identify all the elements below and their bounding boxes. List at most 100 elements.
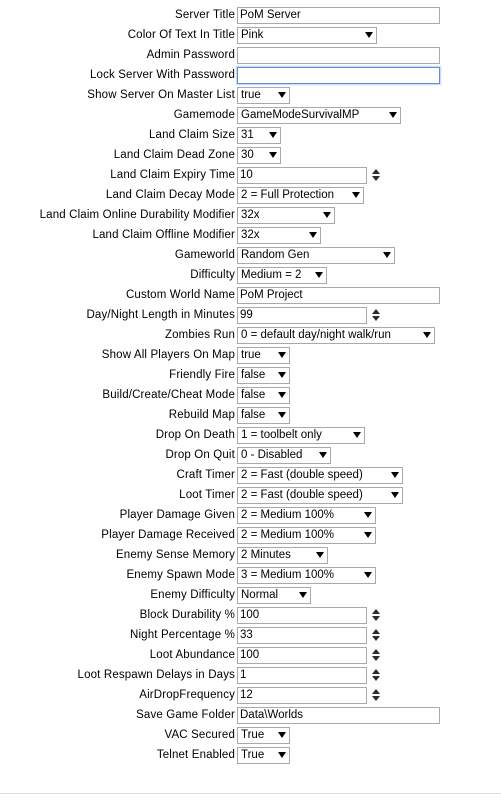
select-drop-on-death[interactable]: 1 = toolbelt only: [237, 426, 365, 444]
select-land-claim-offline-modifier[interactable]: 32x: [237, 226, 321, 244]
number-input-block-durability[interactable]: [237, 606, 367, 624]
chevron-down-icon: [315, 272, 323, 278]
select-vac-secured[interactable]: True: [237, 726, 290, 744]
stepper-up-icon[interactable]: [371, 669, 380, 674]
field-wrap-gamemode: GameModeSurvivalMP: [237, 105, 401, 125]
form-row-admin-password: Admin Password: [0, 45, 501, 65]
number-input-day-night-length-in-minutes[interactable]: [237, 306, 367, 324]
field-wrap-server-title: [237, 5, 440, 25]
stepper-down-icon[interactable]: [371, 656, 380, 661]
form-row-zombies-run: Zombies Run 0 = default day/night walk/ru…: [0, 325, 501, 345]
select-land-claim-online-durability-modifier[interactable]: 32x: [237, 206, 335, 224]
select-value-telnet-enabled: True: [241, 749, 265, 761]
chevron-down-icon: [278, 372, 286, 378]
text-input-save-game-folder[interactable]: [237, 706, 440, 724]
chevron-down-icon: [391, 472, 399, 478]
stepper-down-icon[interactable]: [371, 676, 380, 681]
number-input-loot-respawn-delays-in-days[interactable]: [237, 666, 367, 684]
field-wrap-player-damage-received: 2 = Medium 100%: [237, 525, 376, 545]
select-value-loot-timer: 2 = Fast (double speed): [241, 489, 363, 501]
select-show-server-on-master-list[interactable]: true: [237, 86, 290, 104]
label-player-damage-given: Player Damage Given: [119, 508, 235, 521]
form-row-enemy-sense-memory: Enemy Sense Memory 2 Minutes: [0, 545, 501, 565]
select-loot-timer[interactable]: 2 = Fast (double speed): [237, 486, 403, 504]
stepper-up-icon[interactable]: [371, 309, 380, 314]
stepper-up-icon[interactable]: [371, 649, 380, 654]
stepper-down-icon[interactable]: [371, 636, 380, 641]
field-wrap-loot-abundance: [237, 645, 382, 665]
select-value-difficulty: Medium = 2: [241, 269, 302, 281]
stepper-up-icon[interactable]: [371, 609, 380, 614]
text-input-admin-password[interactable]: [237, 46, 440, 64]
select-gamemode[interactable]: GameModeSurvivalMP: [237, 106, 401, 124]
field-wrap-drop-on-quit: 0 - Disabled: [237, 445, 331, 465]
number-input-loot-abundance[interactable]: [237, 646, 367, 664]
chevron-down-icon: [352, 192, 360, 198]
label-land-claim-decay-mode: Land Claim Decay Mode: [105, 188, 235, 201]
stepper-up-icon[interactable]: [371, 629, 380, 634]
select-zombies-run[interactable]: 0 = default day/night walk/run: [237, 326, 435, 344]
number-input-airdropfrequency[interactable]: [237, 686, 367, 704]
number-input-land-claim-expiry-time[interactable]: [237, 166, 367, 184]
select-show-all-players-on-map[interactable]: true: [237, 346, 290, 364]
stepper-down-icon[interactable]: [371, 696, 380, 701]
select-build-create-cheat-mode[interactable]: false: [237, 386, 290, 404]
select-value-gameworld: Random Gen: [241, 249, 310, 261]
number-input-night-percentage[interactable]: [237, 626, 367, 644]
stepper-block-durability[interactable]: [369, 606, 382, 624]
stepper-land-claim-expiry-time[interactable]: [369, 166, 382, 184]
field-wrap-admin-password: [237, 45, 440, 65]
stepper-up-icon[interactable]: [371, 169, 380, 174]
select-player-damage-received[interactable]: 2 = Medium 100%: [237, 526, 376, 544]
stepper-airdropfrequency[interactable]: [369, 686, 382, 704]
select-telnet-enabled[interactable]: True: [237, 746, 290, 764]
label-save-game-folder: Save Game Folder: [136, 708, 235, 721]
label-difficulty: Difficulty: [190, 268, 235, 281]
select-value-vac-secured: True: [241, 729, 265, 741]
select-gameworld[interactable]: Random Gen: [237, 246, 395, 264]
select-value-land-claim-online-durability-modifier: 32x: [241, 209, 260, 221]
select-player-damage-given[interactable]: 2 = Medium 100%: [237, 506, 376, 524]
text-input-lock-server-with-password[interactable]: [237, 66, 440, 84]
select-land-claim-decay-mode[interactable]: 2 = Full Protection: [237, 186, 364, 204]
chevron-down-icon: [269, 132, 277, 138]
text-input-server-title[interactable]: [237, 6, 440, 24]
select-drop-on-quit[interactable]: 0 - Disabled: [237, 446, 331, 464]
stepper-down-icon[interactable]: [371, 316, 380, 321]
form-row-build-create-cheat-mode: Build/Create/Cheat Mode false: [0, 385, 501, 405]
select-color-of-text-in-title[interactable]: Pink: [237, 26, 377, 44]
select-craft-timer[interactable]: 2 = Fast (double speed): [237, 466, 403, 484]
field-wrap-day-night-length-in-minutes: [237, 305, 382, 325]
select-friendly-fire[interactable]: false: [237, 366, 290, 384]
stepper-up-icon[interactable]: [371, 689, 380, 694]
select-difficulty[interactable]: Medium = 2: [237, 266, 327, 284]
field-wrap-loot-timer: 2 = Fast (double speed): [237, 485, 403, 505]
form-row-day-night-length-in-minutes: Day/Night Length in Minutes: [0, 305, 501, 325]
form-row-craft-timer: Craft Timer 2 = Fast (double speed): [0, 465, 501, 485]
chevron-down-icon: [364, 532, 372, 538]
field-wrap-land-claim-size: 31: [237, 125, 281, 145]
select-rebuild-map[interactable]: false: [237, 406, 290, 424]
select-value-land-claim-dead-zone: 30: [241, 149, 254, 161]
select-value-craft-timer: 2 = Fast (double speed): [241, 469, 363, 481]
select-value-friendly-fire: false: [241, 369, 266, 381]
form-row-lock-server-with-password: Lock Server With Password: [0, 65, 501, 85]
chevron-down-icon: [364, 512, 372, 518]
stepper-down-icon[interactable]: [371, 176, 380, 181]
select-enemy-sense-memory[interactable]: 2 Minutes: [237, 546, 328, 564]
select-land-claim-size[interactable]: 31: [237, 126, 281, 144]
form-row-player-damage-given: Player Damage Given 2 = Medium 100%: [0, 505, 501, 525]
label-color-of-text-in-title: Color Of Text In Title: [127, 28, 235, 41]
select-enemy-difficulty[interactable]: Normal: [237, 586, 311, 604]
stepper-down-icon[interactable]: [371, 616, 380, 621]
select-value-gamemode: GameModeSurvivalMP: [241, 109, 360, 121]
text-input-custom-world-name[interactable]: [237, 286, 440, 304]
select-enemy-spawn-mode[interactable]: 3 = Medium 100%: [237, 566, 376, 584]
select-land-claim-dead-zone[interactable]: 30: [237, 146, 281, 164]
stepper-loot-respawn-delays-in-days[interactable]: [369, 666, 382, 684]
stepper-night-percentage[interactable]: [369, 626, 382, 644]
label-airdropfrequency: AirDropFrequency: [139, 688, 235, 701]
stepper-day-night-length-in-minutes[interactable]: [369, 306, 382, 324]
stepper-loot-abundance[interactable]: [369, 646, 382, 664]
label-admin-password: Admin Password: [146, 48, 235, 61]
